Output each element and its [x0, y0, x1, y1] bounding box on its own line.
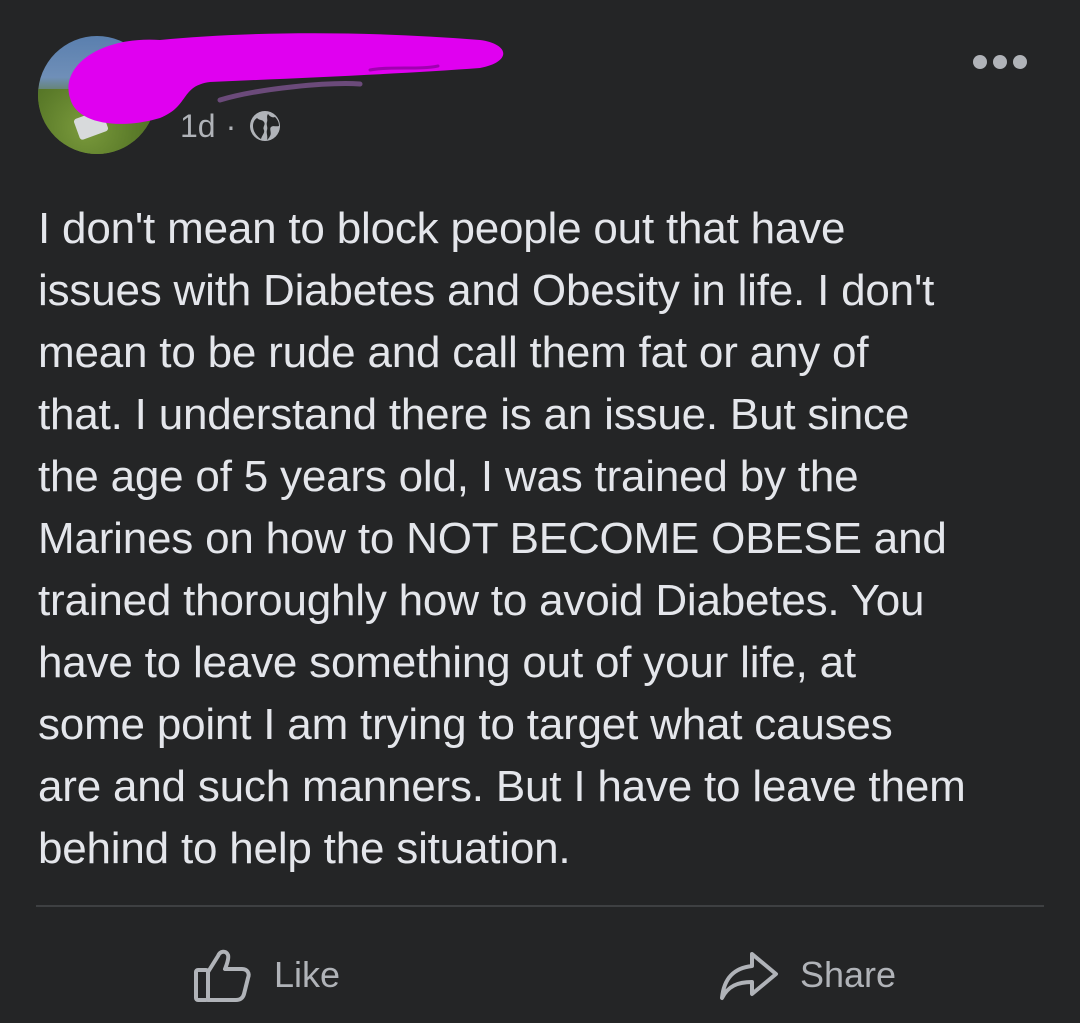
share-label: Share [800, 954, 897, 995]
share-arrow-icon [720, 952, 778, 1000]
more-options-icon[interactable] [970, 50, 1030, 74]
post-meta: 1d · [180, 104, 282, 148]
post-text: I don't mean to block people out that ha… [38, 204, 966, 873]
post-timestamp[interactable]: 1d [180, 108, 216, 145]
globe-icon[interactable] [248, 109, 282, 143]
thumbs-up-icon [194, 949, 251, 1002]
meta-separator: · [225, 107, 237, 144]
like-label: Like [274, 954, 341, 995]
post-card: 1d · I don't mean to block people out th… [0, 0, 1080, 1023]
like-button[interactable]: Like [192, 940, 340, 1010]
share-button[interactable]: Share [718, 940, 896, 1010]
actions-divider [36, 905, 1044, 907]
